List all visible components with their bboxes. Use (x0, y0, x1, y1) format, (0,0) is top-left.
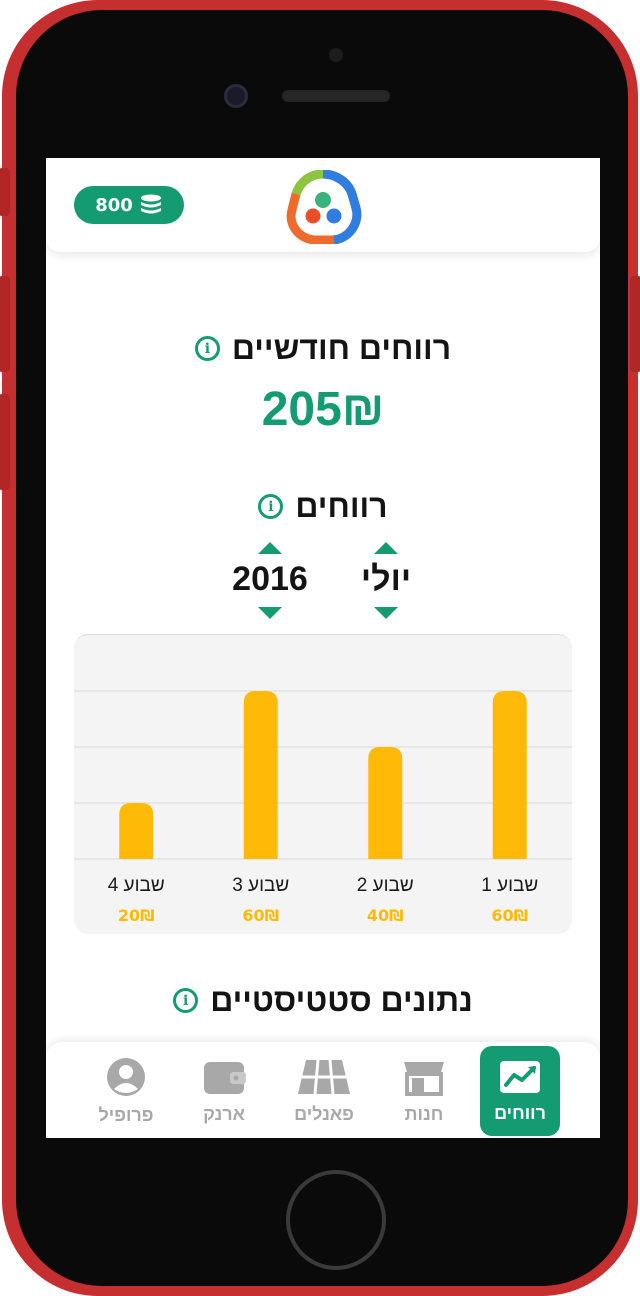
profits-heading: רווחים i (46, 488, 600, 525)
value-label: 40₪ (367, 906, 404, 925)
wallet-icon (204, 1061, 246, 1094)
chart-bar (368, 747, 403, 859)
volume-up-button (0, 276, 10, 372)
store-icon (404, 1061, 444, 1096)
year-down-arrow[interactable] (258, 607, 282, 619)
monthly-profit-value: 205₪ (261, 383, 385, 436)
trend-chart-icon (500, 1060, 540, 1093)
chart-svg: שבוע 1 60₪ שבוע 2 40₪ שבוע 3 60₪ שבוע 4 20₪ (74, 690, 572, 925)
weekly-profit-chart: שבוע 1 60₪ שבוע 2 40₪ שבוע 3 60₪ שבוע 4 20₪ (74, 634, 572, 934)
month-value: יולי (360, 560, 412, 598)
home-button[interactable] (286, 1170, 386, 1270)
coins-stack-icon (140, 194, 161, 214)
monthly-profit-heading: רווחים חודשיים i (46, 330, 600, 367)
tab-profile-label: פרופיל (98, 1104, 154, 1125)
profits-title: רווחים (295, 488, 388, 524)
month-down-arrow[interactable] (374, 607, 398, 619)
month-selector: יולי (346, 542, 426, 619)
year-value: 2016 (232, 560, 308, 598)
power-button (630, 276, 640, 372)
category-label: שבוע 1 (481, 875, 538, 896)
tab-store-label: חנות (404, 1103, 444, 1124)
chart-bar (492, 691, 527, 859)
tab-panels-label: פאנלים (294, 1103, 354, 1124)
info-icon[interactable]: i (258, 494, 284, 519)
app-screen: 800 רווחים חודשיים i 205₪ רווחים i יולי … (46, 158, 600, 1138)
tab-panels[interactable]: פאנלים (284, 1046, 364, 1136)
coin-balance-badge[interactable]: 800 (74, 186, 184, 224)
value-label: 20₪ (118, 906, 155, 925)
app-logo-icon[interactable] (284, 170, 362, 244)
side-button-top (0, 168, 10, 216)
tab-profits-label: רווחים (494, 1102, 546, 1123)
year-selector: 2016 (222, 542, 318, 619)
front-camera (224, 84, 248, 108)
tab-profits[interactable]: רווחים (480, 1046, 560, 1136)
statistics-heading: נתונים סטטיסטיים i (46, 982, 600, 1019)
earpiece-speaker (282, 90, 390, 102)
sensor-dot (329, 48, 343, 62)
tab-wallet-label: ארנק (203, 1103, 245, 1124)
category-label: שבוע 2 (357, 875, 414, 896)
month-up-arrow[interactable] (374, 542, 398, 554)
phone-frame: 800 רווחים חודשיים i 205₪ רווחים i יולי … (0, 0, 640, 1296)
statistics-title: נתונים סטטיסטיים (210, 982, 473, 1018)
tab-profile[interactable]: פרופיל (86, 1046, 166, 1136)
value-label: 60₪ (491, 906, 528, 925)
bottom-tab-bar: רווחים חנות פאנלים ארנק פרופיל (46, 1042, 600, 1138)
chart-bar (243, 691, 278, 859)
volume-down-button (0, 394, 10, 490)
category-label: שבוע 4 (108, 875, 165, 896)
coin-balance-value: 800 (95, 194, 133, 216)
info-icon[interactable]: i (194, 336, 220, 361)
category-label: שבוע 3 (232, 875, 289, 896)
user-icon (107, 1057, 145, 1096)
content-area: רווחים חודשיים i 205₪ רווחים i יולי 2016… (46, 252, 600, 1052)
year-up-arrow[interactable] (258, 542, 282, 554)
app-header: 800 (46, 158, 600, 252)
info-icon[interactable]: i (173, 988, 199, 1013)
monthly-profit-title: רווחים חודשיים (231, 330, 452, 366)
solar-panel-icon (298, 1059, 350, 1094)
value-label: 60₪ (242, 906, 279, 925)
tab-store[interactable]: חנות (384, 1046, 464, 1136)
tab-wallet[interactable]: ארנק (184, 1046, 264, 1136)
chart-bar (119, 803, 154, 859)
